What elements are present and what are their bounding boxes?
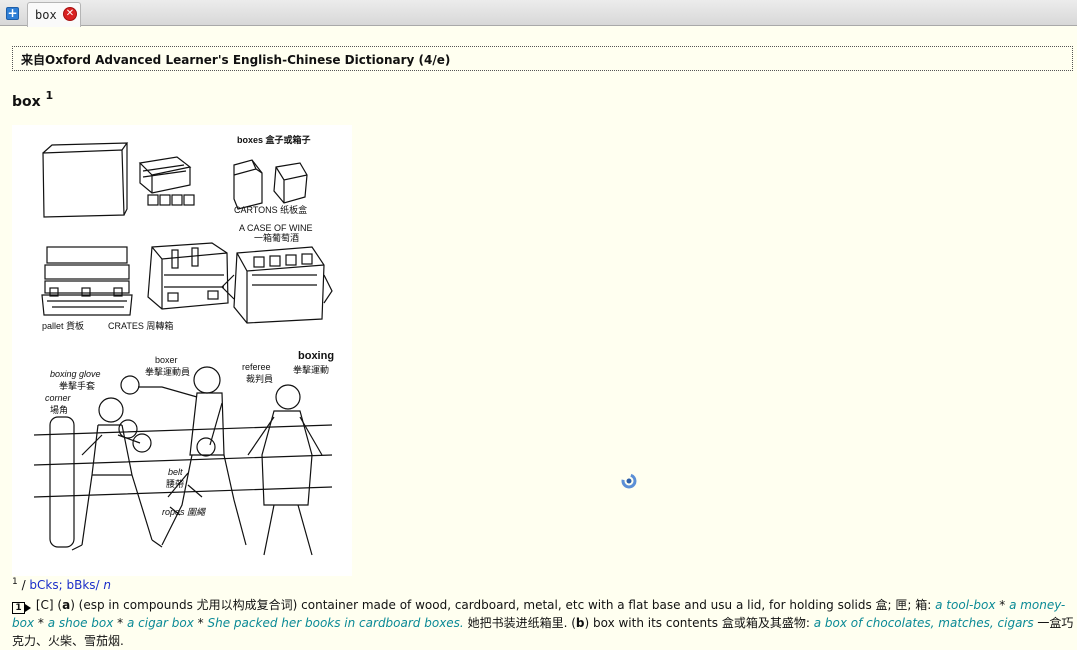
crate-drawing: [147, 242, 229, 310]
pron-number: 1: [12, 577, 18, 587]
definition-a-text: ) (esp in compounds 尤用以构成复合词) container …: [70, 598, 936, 612]
loading-spinner-icon: [621, 473, 637, 489]
illus-label-ropes: ropes 圍繩: [162, 507, 207, 517]
phonetic-text: bCks; bBks: [29, 578, 96, 592]
part-of-speech: n: [103, 578, 111, 592]
illus-label-referee: referee: [242, 362, 271, 372]
illustration-box: boxes 盒子或箱子 CARTONS 纸板盒 A CASE OF WINE 一…: [12, 125, 352, 576]
illus-label-boxing-glove: boxing glove: [50, 369, 101, 379]
example-separator: *: [113, 616, 127, 630]
sense-number-icon: 1: [12, 602, 31, 614]
headword: box 1: [12, 89, 53, 110]
tab-label: box: [35, 8, 57, 22]
illus-label-case-of-wine-cn: 一箱葡萄酒: [254, 232, 299, 243]
illus-label-pallet: pallet 貨板: [42, 320, 84, 331]
wine-case-drawing: [221, 246, 333, 324]
illus-label-boxing-cn: 拳擊運動: [293, 364, 329, 375]
example-translation: 她把书装进纸箱里. (: [463, 616, 576, 630]
homograph-number: 1: [45, 89, 54, 102]
illus-label-belt-cn: 腰帶: [166, 479, 184, 489]
tab-box[interactable]: box ✕: [27, 2, 81, 27]
illus-label-boxing: boxing: [298, 350, 334, 362]
example-box-of-chocolates: a box of chocolates, matches, cigars: [813, 616, 1034, 630]
illus-label-boxing-glove-cn: 拳擊手套: [59, 380, 95, 391]
close-icon: ✕: [65, 8, 75, 19]
example-separator: *: [34, 616, 48, 630]
tray-box-drawing: [138, 156, 195, 206]
illus-label-belt: belt: [168, 467, 183, 477]
plain-box-drawing: [42, 142, 129, 218]
dictionary-content: 来自Oxford Advanced Learner's English-Chin…: [0, 27, 1077, 650]
definition-block: 1 [C] (a) (esp in compounds 尤用以构成复合词) co…: [12, 596, 1074, 650]
cartons-drawing: [233, 159, 308, 210]
example-cigar-box: a cigar box: [126, 616, 194, 630]
new-tab-button[interactable]: +: [6, 7, 19, 20]
example-separator: *: [193, 616, 208, 630]
sub-sense-a: a: [62, 598, 71, 612]
dictionary-source-header: 来自Oxford Advanced Learner's English-Chin…: [12, 46, 1073, 71]
example-separator: *: [995, 598, 1010, 612]
illus-label-boxer-cn: 拳擊運動員: [145, 366, 190, 377]
definition-b-text: ) box with its contents 盒或箱及其盛物:: [584, 616, 814, 630]
pronunciation-line: 1 / bCks; bBks/ n: [12, 577, 111, 592]
example-tool-box: a tool-box: [935, 598, 996, 612]
headword-text: box: [12, 94, 41, 110]
illus-label-boxer: boxer: [155, 355, 178, 365]
illus-label-crates: CRATES 周轉箱: [108, 320, 173, 331]
plus-icon: +: [7, 6, 18, 20]
close-tab-button[interactable]: ✕: [63, 7, 77, 21]
box-illustration: boxes 盒子或箱子 CARTONS 纸板盒 A CASE OF WINE 一…: [33, 134, 334, 556]
illus-label-corner: corner: [45, 393, 72, 403]
illus-label-referee-cn: 裁判員: [246, 373, 273, 384]
tab-strip: + box ✕: [0, 0, 1077, 27]
boxing-scene-drawing: [33, 366, 333, 556]
example-cardboard-boxes: She packed her books in cardboard boxes.: [207, 616, 464, 630]
illus-label-corner-cn: 場角: [50, 404, 68, 415]
example-shoe-box: a shoe box: [47, 616, 114, 630]
illus-label-case-of-wine: A CASE OF WINE: [239, 223, 313, 233]
illus-label-cartons: CARTONS 纸板盒: [234, 204, 307, 215]
illus-label-boxes: boxes 盒子或箱子: [237, 134, 311, 145]
grammar-label: [C] (: [35, 598, 63, 612]
pallet-drawing: [41, 246, 133, 316]
